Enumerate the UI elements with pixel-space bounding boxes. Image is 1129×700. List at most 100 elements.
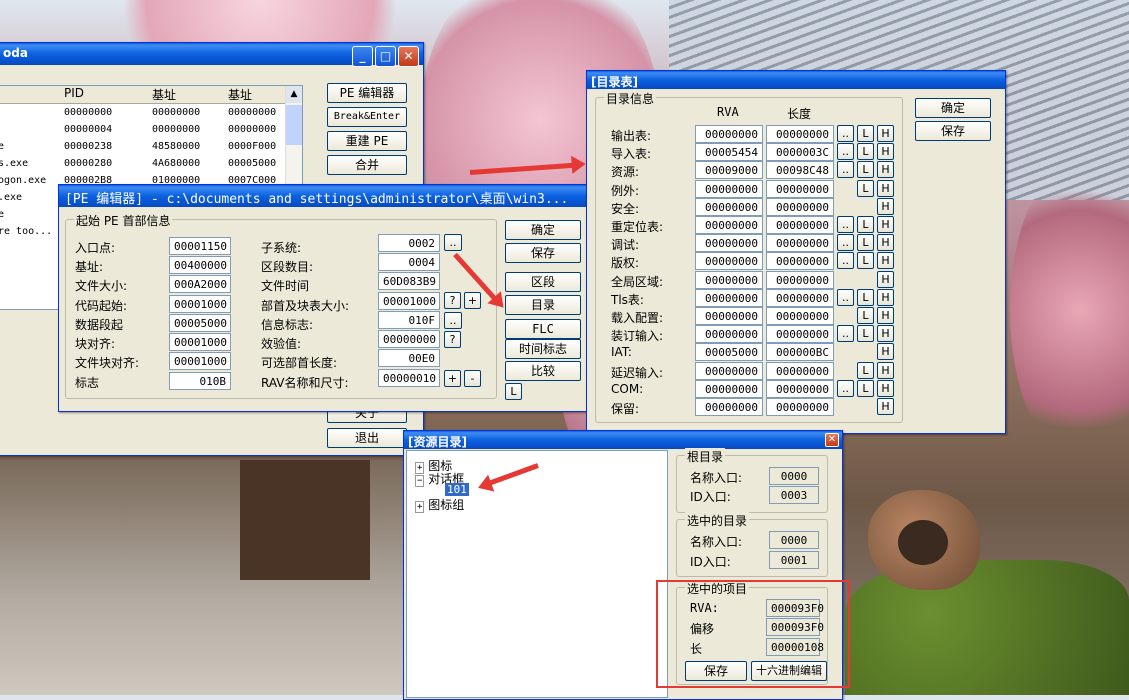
rebuild-pe-button[interactable]: 重建 PE [327, 131, 407, 151]
pe-right-value-field[interactable]: 60D083B9 [378, 272, 440, 290]
directory-h-button[interactable]: H [877, 343, 894, 361]
directories-button[interactable]: 目录 [505, 295, 581, 315]
pe-left-value-field[interactable]: 00001000 [169, 352, 231, 370]
directory-rva-field[interactable]: 00000000 [695, 325, 763, 344]
pe-right-value-field[interactable]: 0004 [378, 253, 440, 271]
directory-h-button[interactable]: H [877, 197, 894, 215]
pe-l-button[interactable]: L [505, 383, 522, 400]
directory-size-field[interactable]: 0000003C [766, 143, 834, 162]
pe-right-value-field[interactable]: 0002 [378, 234, 440, 252]
directory-ok-button[interactable]: 确定 [915, 98, 991, 118]
directory-more-button[interactable]: .. [837, 161, 854, 179]
sel-id-entry-field[interactable]: 0001 [769, 551, 819, 569]
directory-rva-field[interactable]: 00000000 [695, 216, 763, 234]
directory-h-button[interactable]: H [877, 270, 894, 288]
pe-left-value-field[interactable]: 00400000 [169, 256, 231, 274]
directory-table-titlebar[interactable]: [目录表] [587, 71, 1005, 89]
rva-sizes-plus-button[interactable]: + [444, 370, 461, 387]
directory-more-button[interactable]: .. [837, 379, 854, 397]
merge-button[interactable]: 合并 [327, 155, 407, 175]
directory-h-button[interactable]: H [877, 252, 894, 270]
directory-size-field[interactable]: 00000000 [766, 307, 834, 325]
directory-save-button[interactable]: 保存 [915, 121, 991, 141]
directory-size-field[interactable]: 00000000 [766, 252, 834, 271]
pe-ok-button[interactable]: 确定 [505, 220, 581, 240]
directory-h-button[interactable]: H [877, 379, 894, 397]
directory-more-button[interactable]: .. [837, 143, 854, 161]
directory-h-button[interactable]: H [877, 288, 894, 306]
directory-size-field[interactable]: 00000000 [766, 398, 834, 416]
scroll-thumb[interactable] [286, 105, 302, 145]
directory-rva-field[interactable]: 00000000 [695, 197, 763, 216]
directory-l-button[interactable]: L [857, 361, 874, 379]
pe-editor-titlebar[interactable]: [PE 编辑器] - c:\documents and settings\adm… [59, 185, 587, 207]
pe-save-button[interactable]: 保存 [505, 243, 581, 263]
directory-l-button[interactable]: L [857, 125, 874, 142]
tree-node-icon-group[interactable]: + 图标组 [415, 496, 464, 513]
directory-h-button[interactable]: H [877, 361, 894, 379]
expand-icon[interactable]: + [415, 501, 425, 513]
header-size-help-button[interactable]: ? [444, 292, 461, 309]
directory-more-button[interactable]: .. [837, 252, 854, 270]
rva-sizes-minus-button[interactable]: - [464, 370, 481, 387]
close-icon[interactable]: ✕ [825, 433, 839, 447]
directory-rva-field[interactable]: 00000000 [695, 252, 763, 271]
directory-size-field[interactable]: 00000000 [766, 179, 834, 198]
directory-size-field[interactable]: 00000000 [766, 125, 834, 143]
directory-more-button[interactable]: .. [837, 125, 854, 142]
pe-left-value-field[interactable]: 000A2000 [169, 275, 231, 293]
process-row[interactable]: e 00000238 48580000 0000F000 [0, 138, 302, 155]
sections-button[interactable]: 区段 [505, 272, 581, 292]
directory-more-button[interactable]: .. [837, 216, 854, 233]
subsystem-more-button[interactable]: .. [444, 234, 462, 251]
directory-size-field[interactable]: 00000000 [766, 361, 834, 380]
directory-h-button[interactable]: H [877, 234, 894, 252]
sel-name-entry-field[interactable]: 0000 [769, 531, 819, 549]
process-row[interactable]: 00000004 00000000 00000000 [0, 121, 302, 138]
directory-size-field[interactable]: 00000000 [766, 325, 834, 344]
flc-button[interactable]: FLC [505, 319, 581, 339]
pe-right-value-field[interactable]: 00000000 [378, 330, 440, 348]
directory-l-button[interactable]: L [857, 307, 874, 324]
directory-h-button[interactable]: H [877, 307, 894, 324]
pe-left-value-field[interactable]: 00001000 [169, 333, 231, 351]
header-size-plus-button[interactable]: + [464, 292, 481, 309]
directory-rva-field[interactable]: 00000000 [695, 398, 763, 416]
directory-more-button[interactable]: .. [837, 288, 854, 306]
directory-l-button[interactable]: L [857, 234, 874, 252]
directory-rva-field[interactable]: 00000000 [695, 270, 763, 289]
root-id-entry-field[interactable]: 0003 [769, 486, 819, 504]
column-header-base2[interactable]: 基址 [224, 86, 286, 103]
column-header-pid[interactable]: PID [60, 86, 148, 103]
directory-size-field[interactable]: 00000000 [766, 216, 834, 234]
directory-l-button[interactable]: L [857, 179, 874, 197]
directory-h-button[interactable]: H [877, 143, 894, 161]
directory-size-field[interactable]: 00000000 [766, 288, 834, 307]
directory-rva-field[interactable]: 00000000 [695, 361, 763, 380]
directory-size-field[interactable]: 00000000 [766, 270, 834, 289]
column-header-base1[interactable]: 基址 [148, 86, 224, 103]
directory-rva-field[interactable]: 00000000 [695, 234, 763, 253]
pe-left-value-field[interactable]: 00005000 [169, 314, 231, 332]
directory-h-button[interactable]: H [877, 216, 894, 233]
directory-l-button[interactable]: L [857, 161, 874, 179]
directory-h-button[interactable]: H [877, 398, 894, 415]
pe-editor-button[interactable]: PE 编辑器 [327, 83, 407, 103]
pe-left-value-field[interactable]: 00001000 [169, 295, 231, 313]
directory-size-field[interactable]: 00098C48 [766, 161, 834, 180]
close-icon[interactable]: ✕ [398, 46, 419, 67]
directory-rva-field[interactable]: 00000000 [695, 125, 763, 143]
pe-left-value-field[interactable]: 010B [169, 372, 231, 390]
process-row[interactable]: s.exe 00000280 4A680000 00005000 [0, 155, 302, 172]
scroll-up-icon[interactable]: ▲ [286, 86, 302, 103]
directory-l-button[interactable]: L [857, 252, 874, 270]
directory-rva-field[interactable]: 00000000 [695, 179, 763, 198]
directory-size-field[interactable]: 00000000 [766, 197, 834, 216]
directory-size-field[interactable]: 00000000 [766, 379, 834, 398]
directory-rva-field[interactable]: 00009000 [695, 161, 763, 180]
directory-more-button[interactable]: .. [837, 234, 854, 252]
maximize-icon[interactable]: □ [375, 46, 396, 67]
collapse-icon[interactable]: − [415, 475, 425, 487]
directory-rva-field[interactable]: 00005454 [695, 143, 763, 162]
break-enter-button[interactable]: Break&Enter [327, 107, 407, 127]
